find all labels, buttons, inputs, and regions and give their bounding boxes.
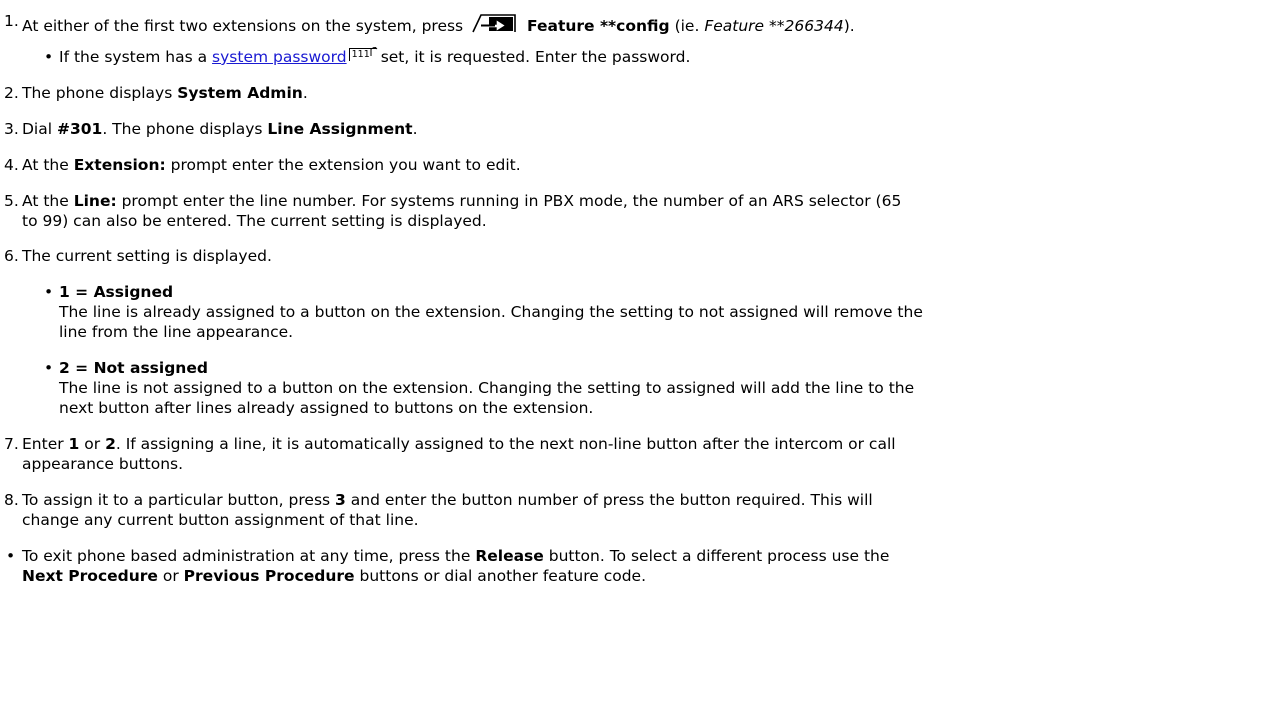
page-reference: 111 xyxy=(351,49,370,60)
option-label: 1 = Assigned xyxy=(59,283,174,301)
step-number: 8. xyxy=(4,491,19,509)
step-text: . xyxy=(302,84,308,102)
option-value: 2 xyxy=(105,435,116,453)
step-5-text-continued: to 99) can also be entered. The current … xyxy=(22,212,487,230)
step-1-text: At either of the first two extensions on… xyxy=(22,11,855,36)
feature-code: Feature **config xyxy=(527,17,670,35)
step-number: 1. xyxy=(4,12,19,30)
feature-code-example: Feature **266344 xyxy=(704,17,844,35)
option-value: 1 xyxy=(68,435,80,453)
footer-text: To exit phone based administration at an… xyxy=(22,547,471,565)
step-text: or xyxy=(84,435,101,453)
bullet-marker: • xyxy=(44,359,54,377)
step-3-text: Dial #301. The phone displays Line Assig… xyxy=(22,119,418,139)
exit-instructions: To exit phone based administration at an… xyxy=(22,546,889,566)
step-5-text: At the Line: prompt enter the line numbe… xyxy=(22,191,901,211)
step-text: At either of the first two extensions on… xyxy=(22,17,464,35)
feature-button-icon xyxy=(472,11,516,33)
step-text: ). xyxy=(843,17,855,35)
step-4-text: At the Extension: prompt enter the exten… xyxy=(22,155,521,175)
option-title: 2 = Not assigned xyxy=(59,358,208,378)
system-password-link[interactable]: system password xyxy=(212,48,347,66)
previous-procedure-label: Previous Procedure xyxy=(183,567,355,585)
footer-text: or xyxy=(162,567,179,585)
step-number: 7. xyxy=(4,435,19,453)
note-text: If the system has a xyxy=(59,48,208,66)
step-7-text: Enter 1 or 2. If assigning a line, it is… xyxy=(22,434,896,454)
note-text: set, it is requested. Enter the password… xyxy=(380,48,691,66)
step-6-text: The current setting is displayed. xyxy=(22,247,272,265)
footer-text: buttons or dial another feature code. xyxy=(359,567,647,585)
bullet-marker: • xyxy=(44,283,54,301)
step-text: Enter xyxy=(22,435,64,453)
step-text: prompt enter the extension you want to e… xyxy=(170,156,521,174)
step-text: . The phone displays xyxy=(102,120,263,138)
step-number: 5. xyxy=(4,192,19,210)
button-value: 3 xyxy=(335,491,346,509)
step-8-text-continued: change any current button assignment of … xyxy=(22,511,419,529)
dial-code: #301 xyxy=(56,120,103,138)
option-description: line from the line appearance. xyxy=(59,323,294,341)
step-text: Dial xyxy=(22,120,53,138)
display-text: Line Assignment xyxy=(267,120,413,138)
prompt-text: Extension: xyxy=(73,156,166,174)
step-text: To assign it to a particular button, pre… xyxy=(22,491,331,509)
release-button-label: Release xyxy=(475,547,544,565)
topic-link-icon[interactable]: 111 xyxy=(348,47,378,61)
step-7-text-continued: appearance buttons. xyxy=(22,455,184,473)
step-2-text: The phone displays System Admin. xyxy=(22,83,308,103)
step-text: . xyxy=(412,120,418,138)
bullet-marker: • xyxy=(44,48,54,66)
option-description: The line is not assigned to a button on … xyxy=(59,379,915,397)
step-number: 4. xyxy=(4,156,19,174)
option-description: The line is already assigned to a button… xyxy=(59,303,923,321)
step-text: The phone displays xyxy=(22,84,173,102)
prompt-text: Line: xyxy=(73,192,117,210)
option-label: 2 = Not assigned xyxy=(59,359,208,377)
exit-instructions-continued: Next Procedure or Previous Procedure but… xyxy=(22,566,646,586)
step-text: and enter the button number of press the… xyxy=(350,491,873,509)
step-text: . If assigning a line, it is automatical… xyxy=(115,435,896,453)
display-text: System Admin xyxy=(177,84,303,102)
step-text: At the xyxy=(22,192,69,210)
password-note: If the system has a system password 111 s… xyxy=(59,47,690,67)
step-text: At the xyxy=(22,156,69,174)
next-procedure-label: Next Procedure xyxy=(22,567,158,585)
option-title: 1 = Assigned xyxy=(59,282,173,302)
step-number: 6. xyxy=(4,247,19,265)
step-number: 2. xyxy=(4,84,19,102)
step-text: prompt enter the line number. For system… xyxy=(121,192,902,210)
step-number: 3. xyxy=(4,120,19,138)
bullet-marker: • xyxy=(6,547,16,565)
step-text: (ie. xyxy=(674,17,700,35)
option-description: next button after lines already assigned… xyxy=(59,399,594,417)
footer-text: button. To select a different process us… xyxy=(548,547,890,565)
step-8-text: To assign it to a particular button, pre… xyxy=(22,490,873,510)
